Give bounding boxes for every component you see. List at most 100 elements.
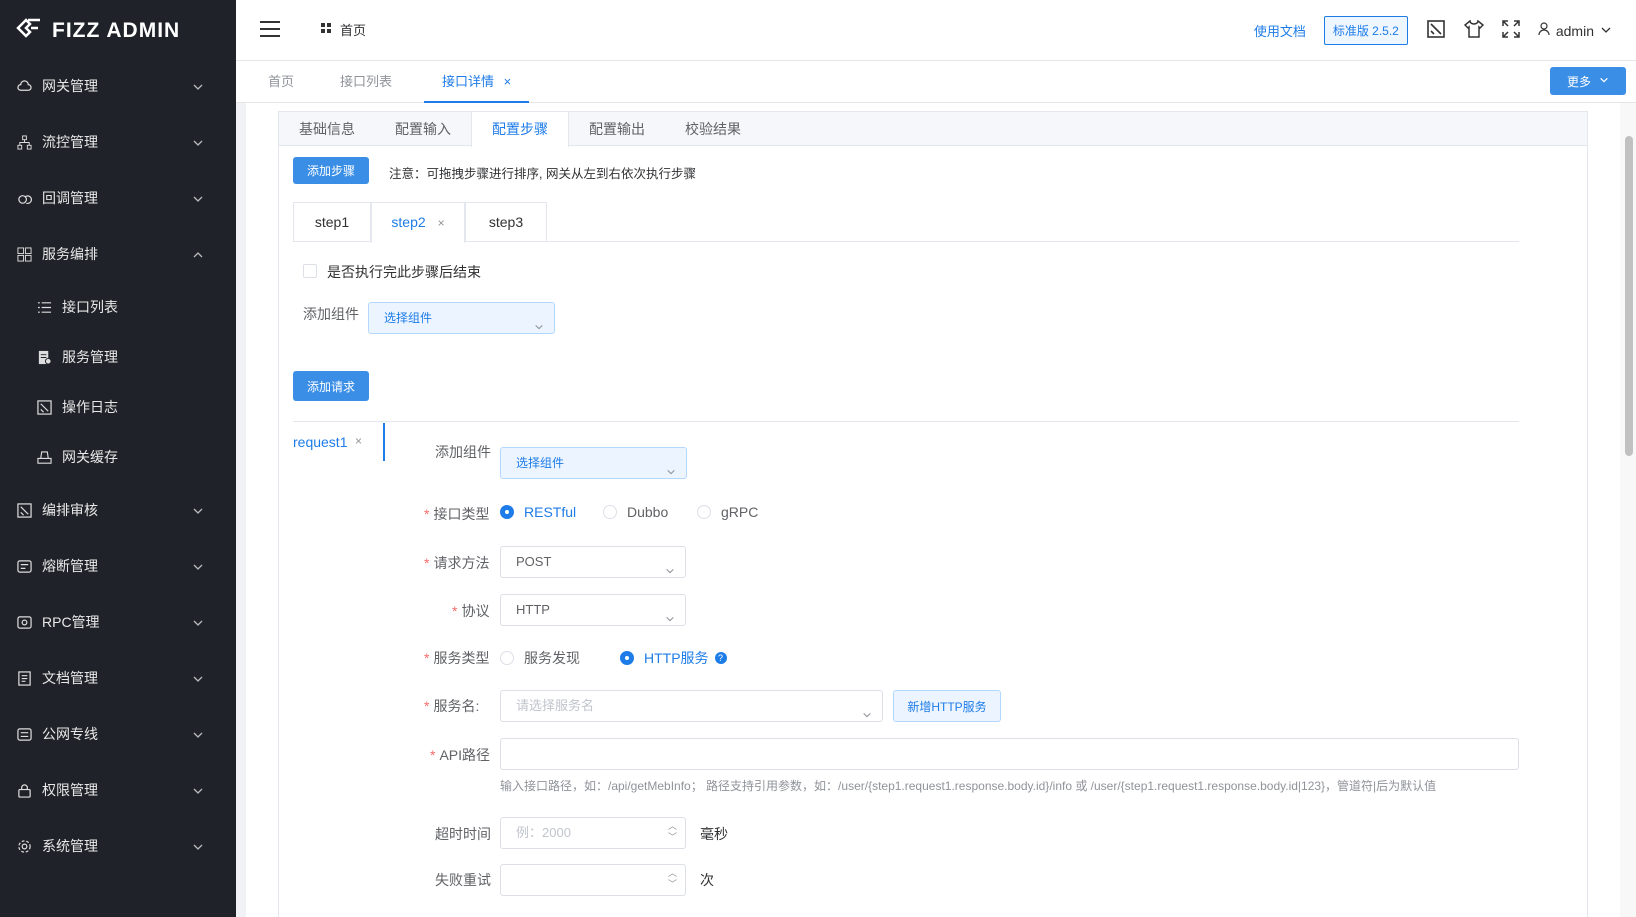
more-label: 更多 <box>1566 74 1591 89</box>
sidebar-item-orchestration[interactable]: 服务编排 <box>0 226 236 282</box>
tab-api-detail[interactable]: 接口详情 × <box>424 61 530 103</box>
tab-home[interactable]: 首页 <box>268 61 294 103</box>
logo[interactable]: FIZZ ADMIN <box>0 0 236 62</box>
close-icon[interactable]: × <box>504 74 512 89</box>
sidebar-item-documents[interactable]: 文档管理 <box>0 650 236 706</box>
radio-service-discovery[interactable]: 服务发现 <box>500 648 580 668</box>
step-tab[interactable]: step3 <box>465 202 547 242</box>
tab-validation-result[interactable]: 校验结果 <box>665 112 761 146</box>
chevron-down-icon <box>666 458 676 488</box>
timeout-input[interactable]: 例：2000 ︿ ﹀ <box>500 817 686 849</box>
tab-config-steps[interactable]: 配置步骤 <box>471 112 569 147</box>
request-component-select[interactable]: 选择组件 <box>500 447 687 479</box>
retry-input[interactable]: ︿ ﹀ <box>500 864 686 896</box>
radio-restful[interactable]: RESTful <box>500 504 576 520</box>
grid-icon <box>16 246 32 262</box>
sidebar-item-circuit-breaker[interactable]: 熔断管理 <box>0 538 236 594</box>
radio-grpc[interactable]: gRPC <box>697 504 758 520</box>
request-tab[interactable]: request1 × <box>293 423 385 461</box>
radio-dot <box>620 651 634 665</box>
page-tabs: 首页 接口列表 接口详情 × 更多 <box>236 60 1636 103</box>
method-value: POST <box>516 554 552 569</box>
radio-http-service[interactable]: HTTP服务 ? <box>620 648 727 668</box>
retry-label: 失败重试 <box>435 872 491 888</box>
add-request-button[interactable]: 添加请求 <box>293 371 369 401</box>
add-step-button[interactable]: 添加步骤 <box>293 157 369 184</box>
tab-api-list[interactable]: 接口列表 <box>340 61 392 103</box>
version-badge: 标准版 2.5.2 <box>1323 16 1408 45</box>
service-name-select[interactable]: 请选择服务名 <box>500 690 883 722</box>
sidebar-item-flow-control[interactable]: 流控管理 <box>0 114 236 170</box>
radio-dot <box>603 505 617 519</box>
sidebar-subitem-api-list[interactable]: 接口列表 <box>0 282 236 332</box>
api-path-input[interactable] <box>500 738 1519 770</box>
sidebar-item-callback[interactable]: 回调管理 <box>0 170 236 226</box>
help-icon[interactable]: ? <box>714 652 727 664</box>
more-button[interactable]: 更多 <box>1550 67 1626 95</box>
breadcrumb-home[interactable]: 首页 <box>340 20 366 39</box>
tab-config-input[interactable]: 配置输入 <box>375 112 471 146</box>
sidebar-subitem-label: 接口列表 <box>62 299 118 315</box>
chevron-down-icon <box>192 672 204 688</box>
close-icon[interactable]: × <box>355 434 362 448</box>
chevron-down-icon <box>1599 74 1609 88</box>
scrollbar-thumb[interactable] <box>1625 136 1633 456</box>
sidebar-subitem-operation-log[interactable]: 操作日志 <box>0 382 236 432</box>
theme-shirt-icon[interactable] <box>1463 19 1484 41</box>
step-tabs: step1 step2 × step3 <box>293 202 1519 243</box>
api-path-label: * API路径 <box>430 747 491 763</box>
component-select[interactable]: 选择组件 <box>368 302 555 334</box>
sidebar-item-permissions[interactable]: 权限管理 <box>0 762 236 818</box>
tab-basic-info[interactable]: 基础信息 <box>279 112 375 146</box>
sidebar: FIZZ ADMIN 网关管理 流控管理 回调管理 服务编排 接口列表 服务管理… <box>0 0 236 917</box>
fullscreen-icon[interactable] <box>1502 20 1520 41</box>
radio-dubbo[interactable]: Dubbo <box>603 504 668 520</box>
step-tab[interactable]: step1 <box>293 202 371 242</box>
docs-link[interactable]: 使用文档 <box>1254 21 1306 40</box>
hamburger-icon[interactable] <box>260 20 280 38</box>
callback-icon <box>16 190 32 206</box>
close-icon[interactable]: × <box>438 216 445 230</box>
cache-icon <box>36 449 52 465</box>
sidebar-item-label: 公网专线 <box>42 726 98 742</box>
sidebar-item-system[interactable]: 系统管理 <box>0 818 236 874</box>
flow-icon <box>16 134 32 150</box>
sidebar-item-public-network[interactable]: 公网专线 <box>0 706 236 762</box>
page-scrollbar[interactable] <box>1620 103 1636 917</box>
step-note: 注意：可拖拽步骤进行排序, 网关从左到右依次执行步骤 <box>389 167 696 181</box>
user-icon <box>1538 22 1550 39</box>
user-menu[interactable]: admin <box>1538 22 1612 39</box>
stepper-arrows-icon[interactable]: ︿ ﹀ <box>668 868 677 890</box>
end-after-step-checkbox[interactable] <box>303 264 317 278</box>
service-name-label: * 服务名: <box>424 698 480 714</box>
stepper-arrows-icon[interactable]: ︿ ﹀ <box>668 821 677 843</box>
sidebar-subitem-gateway-cache[interactable]: 网关缓存 <box>0 432 236 482</box>
step-tab-active[interactable]: step2 × <box>371 202 465 243</box>
retry-unit: 次 <box>700 872 714 888</box>
tab-config-output[interactable]: 配置输出 <box>569 112 665 146</box>
timeout-placeholder: 例：2000 <box>516 825 571 840</box>
timeout-label: 超时时间 <box>435 826 491 842</box>
sidebar-item-gateway[interactable]: 网关管理 <box>0 58 236 114</box>
network-icon <box>16 726 32 742</box>
lock-icon <box>16 782 32 798</box>
chevron-down-icon <box>534 313 544 343</box>
sidebar-subitem-label: 网关缓存 <box>62 449 118 465</box>
username: admin <box>1555 22 1594 39</box>
sidebar-item-label: 熔断管理 <box>42 558 98 574</box>
add-component-label: 添加组件 <box>303 306 359 322</box>
chevron-down-icon <box>192 504 204 520</box>
api-path-hint: 输入接口路径，如：/api/getMebInfo； 路径支持引用参数，如：/us… <box>500 779 1437 793</box>
sidebar-item-orchestration-audit[interactable]: 编排审核 <box>0 482 236 538</box>
radio-dot <box>500 651 514 665</box>
protocol-select[interactable]: HTTP <box>500 594 686 626</box>
chevron-down-icon <box>192 192 204 208</box>
screenshot-icon[interactable] <box>1426 19 1446 42</box>
method-select[interactable]: POST <box>500 546 686 578</box>
home-grid-icon <box>320 22 332 37</box>
add-http-service-button[interactable]: 新增HTTP服务 <box>893 690 1001 722</box>
sidebar-item-label: 网关管理 <box>42 78 98 94</box>
sidebar-item-rpc[interactable]: RPC管理 <box>0 594 236 650</box>
doc-icon <box>16 670 32 686</box>
sidebar-subitem-service-mgmt[interactable]: 服务管理 <box>0 332 236 382</box>
